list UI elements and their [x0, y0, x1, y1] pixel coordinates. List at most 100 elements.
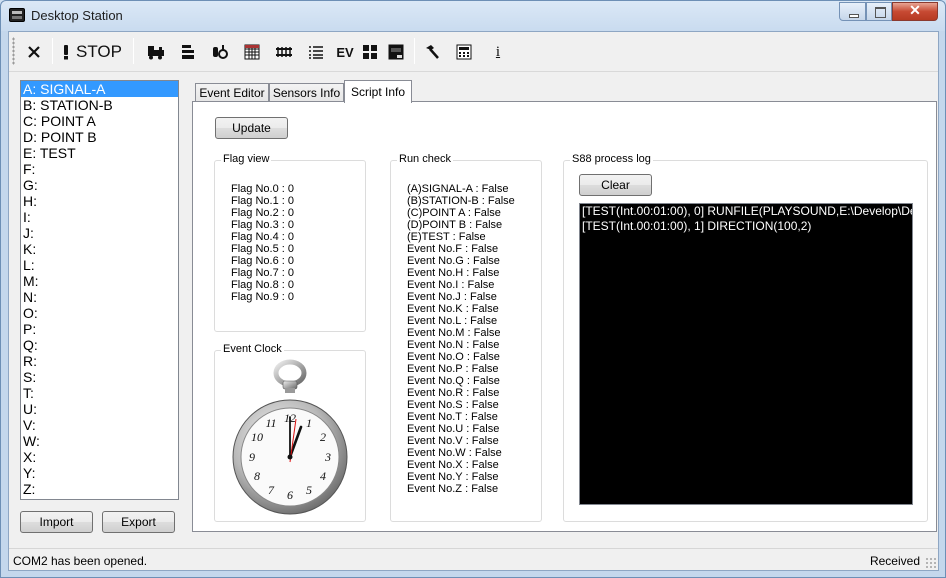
list-item[interactable]: T: — [21, 385, 178, 401]
s88-button[interactable] — [385, 38, 407, 66]
layout-icon — [363, 45, 377, 59]
stop-button[interactable]: STOP — [58, 38, 126, 66]
svg-text:7: 7 — [268, 483, 275, 497]
run-check-line: Event No.V : False — [407, 435, 499, 447]
status-message: COM2 has been opened. — [13, 554, 148, 568]
list-item[interactable]: Q: — [21, 337, 178, 353]
grid-button[interactable] — [241, 38, 263, 66]
tab-event-editor[interactable]: Event Editor — [195, 83, 269, 102]
run-check-line: Event No.Y : False — [407, 471, 499, 483]
close-icon — [28, 46, 40, 58]
run-check-title: Run check — [397, 153, 453, 165]
flag-line: Flag No.1 : 0 — [231, 195, 294, 207]
run-check-line: Event No.Q : False — [407, 375, 500, 387]
list-item[interactable]: Z: — [21, 481, 178, 497]
list-item[interactable]: P: — [21, 321, 178, 337]
toolbar-separator — [133, 38, 134, 64]
list-item[interactable]: A: SIGNAL-A — [21, 81, 178, 97]
app-icon — [9, 8, 25, 22]
toolbar-grip[interactable] — [12, 37, 15, 65]
list-item[interactable]: U: — [21, 401, 178, 417]
flag-line: Flag No.4 : 0 — [231, 231, 294, 243]
flag-view-title: Flag view — [221, 153, 272, 165]
toolbar-separator — [52, 38, 53, 64]
run-check-line: Event No.G : False — [407, 255, 500, 267]
run-check-line: Event No.T : False — [407, 411, 498, 423]
list-item[interactable]: V: — [21, 417, 178, 433]
list-item[interactable]: B: STATION-B — [21, 97, 178, 113]
run-check-line: Event No.H : False — [407, 267, 500, 279]
title-bar[interactable]: Desktop Station ✕ — [1, 1, 945, 31]
event-clock-group: Event Clock 1 2 3 4 5 6 7 8 9 10 11 — [214, 343, 366, 522]
minimize-button[interactable] — [839, 2, 866, 21]
run-check-line: Event No.I : False — [407, 279, 495, 291]
coupling-icon — [213, 45, 228, 59]
run-check-line: Event No.M : False — [407, 327, 501, 339]
event-list[interactable]: A: SIGNAL-A B: STATION-B C: POINT A D: POIN… — [20, 80, 179, 500]
list-item[interactable]: D: POINT B — [21, 129, 178, 145]
stop-label: STOP — [76, 42, 122, 61]
export-button[interactable]: Export — [102, 511, 175, 533]
client-area: STOP EV i A: SIGNAL-A B: STATION-B C: PO… — [8, 31, 939, 571]
resize-grip[interactable] — [925, 557, 936, 568]
svg-text:2: 2 — [320, 430, 326, 444]
list-item[interactable]: J: — [21, 225, 178, 241]
hammer-icon — [426, 45, 439, 59]
list-item[interactable]: I: — [21, 209, 178, 225]
rail-icon — [276, 47, 292, 57]
list-item[interactable]: X: — [21, 449, 178, 465]
ev-button[interactable]: EV — [334, 38, 356, 66]
toolbar-separator — [414, 38, 415, 64]
stack-button[interactable] — [177, 38, 199, 66]
run-check-line: Event No.P : False — [407, 363, 499, 375]
list-item[interactable]: H: — [21, 193, 178, 209]
list-item[interactable]: L: — [21, 257, 178, 273]
status-received: Received — [869, 554, 920, 568]
run-check-line: Event No.L : False — [407, 315, 498, 327]
list-item[interactable]: S: — [21, 369, 178, 385]
list-item[interactable]: F: — [21, 161, 178, 177]
info-button[interactable]: i — [487, 38, 509, 66]
locomotive-icon — [148, 46, 164, 60]
list-item[interactable]: O: — [21, 305, 178, 321]
calculator-button[interactable] — [453, 38, 475, 66]
run-check-line: Event No.F : False — [407, 243, 499, 255]
grid-icon — [244, 44, 260, 60]
locomotive-button[interactable] — [145, 38, 167, 66]
list-item[interactable]: Y: — [21, 465, 178, 481]
maximize-button[interactable] — [866, 2, 892, 21]
svg-text:3: 3 — [324, 450, 331, 464]
list-item[interactable]: G: — [21, 177, 178, 193]
list-item[interactable]: N: — [21, 289, 178, 305]
list-item[interactable]: R: — [21, 353, 178, 369]
list-button[interactable] — [305, 38, 327, 66]
list-item[interactable]: K: — [21, 241, 178, 257]
list-item[interactable]: M: — [21, 273, 178, 289]
run-check-line: Event No.K : False — [407, 303, 499, 315]
app-window: Desktop Station ✕ STOP EV i A: SIGNAL-A … — [0, 0, 946, 578]
run-check-line: Event No.Z : False — [407, 483, 499, 495]
s88-icon — [388, 44, 404, 60]
svg-text:10: 10 — [251, 430, 263, 444]
coupling-button[interactable] — [209, 38, 231, 66]
list-item[interactable]: C: POINT A — [21, 113, 178, 129]
calculator-icon — [456, 44, 472, 60]
ev-icon: EV — [336, 44, 354, 60]
tab-script-info[interactable]: Script Info — [344, 80, 412, 103]
hammer-button[interactable] — [421, 38, 443, 66]
close-button[interactable] — [22, 38, 46, 66]
stack-icon — [182, 45, 194, 59]
list-item[interactable]: E: TEST — [21, 145, 178, 161]
import-button[interactable]: Import — [20, 511, 93, 533]
rail-button[interactable] — [273, 38, 295, 66]
s88-log-output[interactable]: [TEST(Int.00:01:00), 0] RUNFILE(PLAYSOUN… — [579, 203, 913, 505]
list-item[interactable]: W: — [21, 433, 178, 449]
update-button[interactable]: Update — [215, 117, 288, 139]
layout-button[interactable] — [359, 38, 381, 66]
svg-text:9: 9 — [249, 450, 255, 464]
close-x-icon: ✕ — [909, 2, 921, 18]
window-close-button[interactable]: ✕ — [892, 2, 938, 21]
clear-button[interactable]: Clear — [579, 174, 652, 196]
run-check-line: Event No.N : False — [407, 339, 500, 351]
tab-sensors-info[interactable]: Sensors Info — [269, 83, 344, 102]
